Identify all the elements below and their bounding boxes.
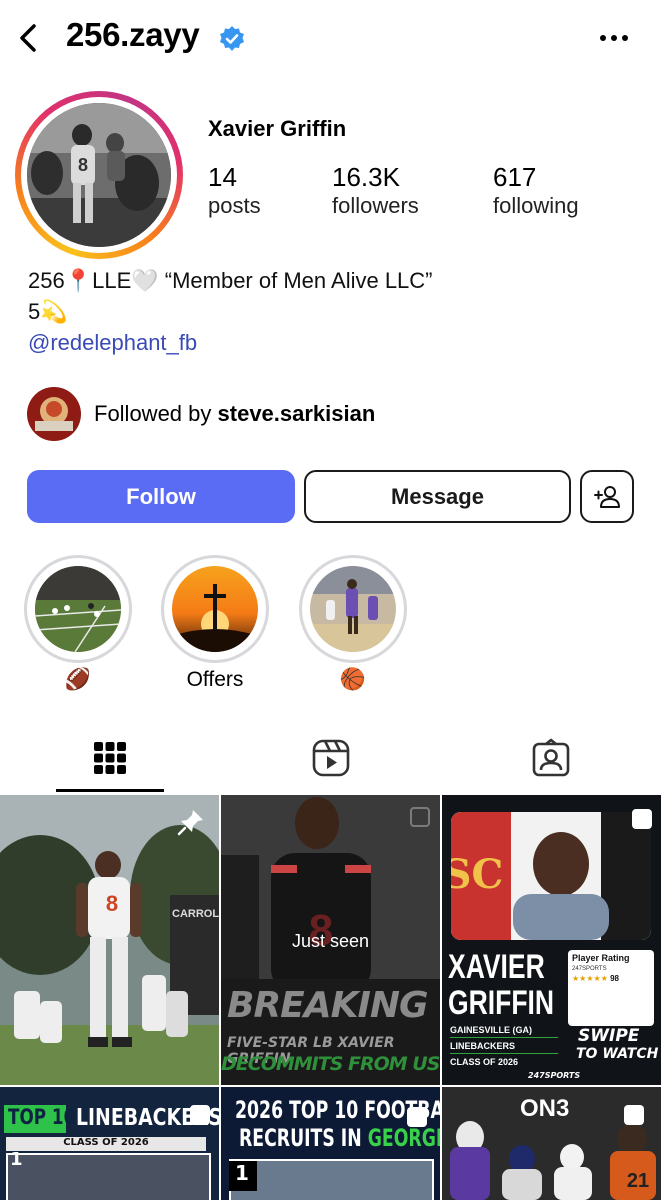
svg-text:SC: SC [451,851,503,898]
tile3-name-2: GRIFFIN [448,984,555,1022]
svg-text:8: 8 [106,891,118,916]
posts-stat[interactable]: 14 posts [208,162,261,219]
carousel-icon [632,809,652,829]
tile6-brand: ON3 [520,1095,570,1122]
post-tile-6[interactable]: 21 ON3 [442,1087,661,1200]
posts-count: 14 [208,162,237,192]
svg-text:8: 8 [78,155,88,175]
followers-stat[interactable]: 16.3K followers [332,162,419,219]
post-tile-2[interactable]: 8 Just seen BREAKING FIVE-STAR LB XAVIER… [221,795,440,1085]
suggested-users-button[interactable] [580,470,634,523]
tile3-rating-card: Player Rating 247SPORTS ★★★★★ 98 [568,950,654,1026]
post-image: CARROLL 8 [0,795,219,1085]
profile-avatar[interactable]: 8 [15,91,183,259]
carousel-icon [407,1107,427,1127]
followed-by-avatar[interactable] [27,387,81,441]
highlight-basketball-cover [310,566,396,652]
just-seen-label: Just seen [291,931,370,951]
followed-by-avatar-image [27,387,81,441]
post-tile-1[interactable]: CARROLL 8 [0,795,219,1085]
display-name: Xavier Griffin [208,116,347,141]
bio-line-1: 256📍LLE🤍 “Member of Men Alive LLC” [28,268,433,293]
tile4-class: CLASS OF 2026 [63,1137,149,1148]
message-button[interactable]: Message [304,470,571,523]
tile3-swipe-2: TO WATCH [576,1046,659,1062]
profile-username: 256.zayy [66,16,200,53]
tile2-headline: BREAKING [227,985,429,1026]
tile5-rank: 1 [235,1161,249,1185]
tagged-tab-icon[interactable] [531,738,571,778]
tile3-photo: SC [451,812,651,940]
tile3-info-2: LINEBACKERS [450,1041,516,1051]
more-options-icon[interactable] [596,26,632,50]
post-tile-3[interactable]: SC XAVIER GRIFFIN Player Rating 247SPORT… [442,795,661,1085]
tile4-rank: 1 [10,1149,23,1170]
carousel-icon [410,807,430,827]
bio-line-2: 5💫 [28,299,68,324]
following-count: 617 [493,162,537,192]
highlight-offers-label: Offers [186,668,244,691]
carousel-icon [624,1105,644,1125]
svg-text:CARROLL: CARROLL [172,908,219,920]
post-tile-4[interactable]: TOP 10 LINEBACKERS CLASS OF 2026 1 [0,1087,219,1200]
bio-link[interactable]: @redelephant_fb [28,330,197,356]
tile3-swipe-1: SWIPE [578,1026,640,1046]
followed-by-prefix: Followed by [94,401,218,426]
followed-by-text[interactable]: Followed by steve.sarkisian [94,401,375,427]
followers-label: followers [332,193,419,218]
highlight-offers[interactable] [161,555,269,663]
tile3-info-1: GAINESVILLE (GA) [450,1025,533,1035]
followers-count: 16.3K [332,162,400,192]
following-stat[interactable]: 617 following [493,162,579,219]
follow-button[interactable]: Follow [27,470,295,523]
highlight-football-label: 🏈 [64,668,92,691]
highlight-football[interactable] [24,555,132,663]
tile3-name-1: XAVIER [448,948,545,986]
active-tab-indicator [56,789,164,792]
avatar-photo: 8 [27,103,171,247]
tile3-brand: 247SPORTS [528,1071,581,1080]
verified-badge-icon [220,26,244,51]
tile3-rating-title: Player Rating [572,953,630,963]
tile3-info-3: CLASS OF 2026 [450,1057,519,1067]
grid-tab-icon[interactable] [90,738,130,778]
tile2-sub2: DECOMMITS FROM USC [221,1053,440,1075]
highlight-offers-cover [172,566,258,652]
following-label: following [493,193,579,218]
add-user-icon [594,485,620,508]
tile4-top: TOP 10 [8,1105,76,1129]
reels-tab-icon[interactable] [311,738,351,778]
carousel-icon [190,1105,210,1125]
back-arrow-icon[interactable] [12,20,48,56]
followed-by-user[interactable]: steve.sarkisian [218,401,376,426]
highlight-basketball-label: 🏀 [339,668,367,691]
posts-label: posts [208,193,261,218]
tile5-line-2: RECRUITS IN GEORGIA [239,1124,440,1152]
tile3-rating-value: 98 [610,974,619,983]
post-tile-5[interactable]: 2026 TOP 10 FOOTBALL RECRUITS IN GEORGIA… [221,1087,440,1200]
highlight-basketball[interactable] [299,555,407,663]
svg-text:21: 21 [627,1170,649,1192]
pinned-icon [177,810,203,836]
highlight-football-cover [35,566,121,652]
